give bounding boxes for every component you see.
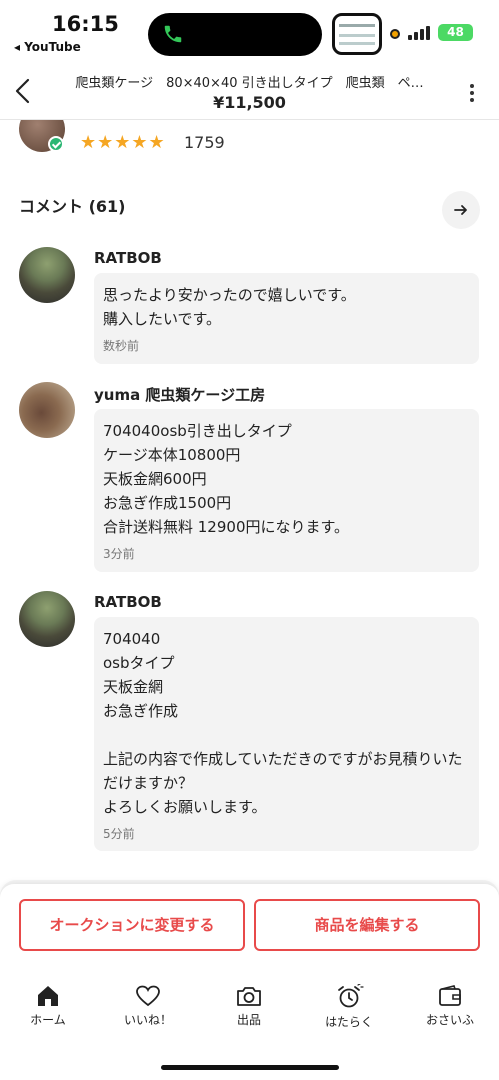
battery-icon: 48: [438, 24, 473, 41]
status-time: 16:15: [52, 12, 119, 36]
commenter-avatar[interactable]: [19, 591, 75, 647]
comment-text: 思ったより安かったので嬉しいです。 購入したいです。: [103, 286, 356, 328]
comment-bubble: 704040 osbタイプ 天板金網 お急ぎ作成 上記の内容で作成していただきの…: [94, 617, 479, 851]
comment-text: 704040 osbタイプ 天板金網 お急ぎ作成 上記の内容で作成していただきの…: [103, 630, 463, 816]
comment-time: 数秒前: [103, 339, 140, 353]
more-options-icon[interactable]: [469, 84, 475, 104]
commenter-avatar[interactable]: [19, 247, 75, 303]
tab-likes[interactable]: いいね！: [108, 984, 188, 1028]
tab-label: 出品: [236, 1013, 261, 1027]
item-header: 爬虫類ケージ 80×40×40 引き出しタイプ 爬虫類 ペ… ¥11,500: [0, 62, 499, 120]
alarm-clock-icon: [338, 984, 364, 1008]
battery-level: 48: [447, 25, 464, 39]
rating-count: 1759: [184, 133, 225, 152]
comment-bubble: 思ったより安かったので嬉しいです。 購入したいです。 数秒前: [94, 273, 479, 364]
verified-check-icon: [48, 136, 64, 152]
commenter-name[interactable]: yuma 爬虫類ケージ工房: [94, 384, 265, 405]
view-all-comments-button[interactable]: [442, 191, 480, 229]
status-bar: 16:15 ◂ YouTube 48: [0, 0, 499, 62]
tab-label: はたらく: [325, 1015, 373, 1029]
tab-label: ホーム: [30, 1013, 66, 1027]
commenter-name[interactable]: RATBOB: [94, 249, 162, 267]
heart-icon: [136, 985, 160, 1007]
wallet-icon: [439, 985, 461, 1006]
comment-time: 5分前: [103, 827, 135, 841]
comment-text: 704040osb引き出しタイプ ケージ本体10800円 天板金網600円 お急…: [103, 422, 349, 536]
dynamic-island[interactable]: [148, 13, 322, 56]
commenter-name[interactable]: RATBOB: [94, 593, 162, 611]
commenter-avatar[interactable]: [19, 382, 75, 438]
rating-stars: ★★★★★: [80, 132, 166, 153]
bottom-panel: オークションに変更する 商品を編集する ホーム いいね！ 出品 はたらく おさい…: [0, 884, 499, 1080]
tab-label: いいね！: [123, 1013, 172, 1027]
tab-home[interactable]: ホーム: [8, 984, 88, 1028]
comment-bubble: 704040osb引き出しタイプ ケージ本体10800円 天板金網600円 お急…: [94, 409, 479, 572]
recording-indicator-icon: [390, 29, 400, 39]
home-icon: [38, 986, 58, 1006]
comment-time: 3分前: [103, 547, 135, 561]
cellular-signal-icon: [408, 24, 432, 40]
item-price: ¥11,500: [213, 93, 286, 112]
tab-label: おさいふ: [425, 1013, 474, 1027]
camera-icon: [237, 987, 261, 1006]
comments-heading: コメント (61): [19, 197, 126, 216]
phone-call-icon: [164, 25, 182, 43]
live-activity-thumbnail[interactable]: [332, 13, 382, 55]
back-arrow-icon[interactable]: [12, 76, 36, 106]
item-title: 爬虫類ケージ 80×40×40 引き出しタイプ 爬虫類 ペ…: [75, 76, 424, 91]
home-indicator[interactable]: [161, 1065, 339, 1070]
change-to-auction-button[interactable]: オークションに変更する: [19, 899, 245, 951]
back-to-youtube-link[interactable]: ◂ YouTube: [14, 40, 81, 54]
tab-wallet[interactable]: おさいふ: [410, 984, 490, 1028]
tab-bar: ホーム いいね！ 出品 はたらく おさいふ: [0, 984, 499, 1044]
tab-sell[interactable]: 出品: [209, 984, 289, 1028]
tab-work[interactable]: はたらく: [309, 984, 389, 1030]
arrow-right-icon: [454, 205, 467, 215]
edit-item-button[interactable]: 商品を編集する: [254, 899, 480, 951]
